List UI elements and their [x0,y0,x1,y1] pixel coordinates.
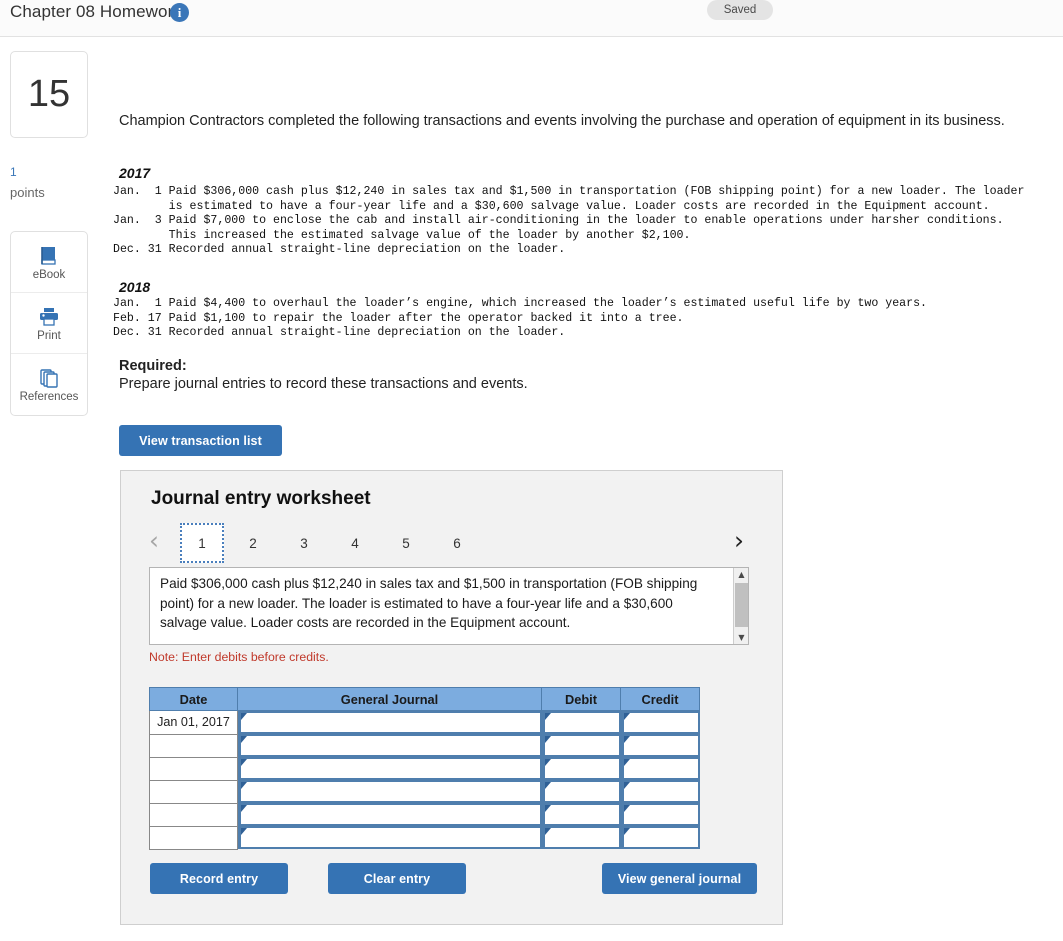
required-text: Prepare journal entries to record these … [119,376,528,392]
scroll-down-icon[interactable]: ▼ [734,631,749,644]
entry-description-box: Paid $306,000 cash plus $12,240 in sales… [149,567,749,645]
tool-group: eBook Print References [10,231,88,416]
date-cell-4[interactable] [149,779,238,804]
debit-input-1[interactable] [541,711,621,734]
table-row [149,779,700,804]
scroll-up-icon[interactable]: ▲ [734,568,749,581]
table-row [149,733,700,758]
clear-entry-button[interactable]: Clear entry [328,863,466,894]
debit-input-5[interactable] [541,803,621,826]
previous-entry-arrow[interactable]: ‹ [149,527,159,555]
worksheet-tab-6[interactable]: 6 [435,523,479,563]
general-journal-input-5[interactable] [238,803,542,826]
question-number: 15 [10,51,88,138]
points-label: points [10,185,45,200]
page-title: Chapter 08 Homework [10,2,182,21]
credit-input-1[interactable] [620,711,700,734]
top-bar: Chapter 08 Homework i Saved [0,0,1063,37]
date-cell-2[interactable] [149,733,238,758]
entry-description-text: Paid $306,000 cash plus $12,240 in sales… [160,576,698,630]
record-entry-button[interactable]: Record entry [150,863,288,894]
debit-input-2[interactable] [541,734,621,757]
view-general-journal-button[interactable]: View general journal [602,863,757,894]
general-journal-input-4[interactable] [238,780,542,803]
table-header-row: Date General Journal Debit Credit [149,687,700,711]
ebook-label: eBook [32,268,66,281]
scrollbar-thumb[interactable] [735,583,748,627]
debits-before-credits-note: Note: Enter debits before credits. [149,650,329,664]
worksheet-tab-4[interactable]: 4 [333,523,377,563]
print-label: Print [37,329,61,342]
view-transaction-list-button[interactable]: View transaction list [119,425,282,456]
year-2018-heading: 2018 [119,279,151,295]
points-value: 1 [10,165,17,179]
journal-entry-table: Date General Journal Debit Credit Jan 01… [149,687,700,850]
general-journal-input-2[interactable] [238,734,542,757]
print-icon [38,305,60,327]
credit-input-4[interactable] [620,780,700,803]
column-header-debit: Debit [541,687,621,711]
worksheet-tab-1[interactable]: 1 [180,523,224,563]
table-row [149,802,700,827]
references-label: References [19,391,79,403]
date-cell-3[interactable] [149,756,238,781]
ebook-button[interactable]: eBook [11,232,87,293]
journal-entry-worksheet-panel: Journal entry worksheet ‹ 1 2 3 4 5 6 › … [120,470,783,925]
debit-input-6[interactable] [541,826,621,849]
required-heading: Required: [119,358,187,374]
status-badge: Saved [707,0,773,20]
year-2017-transactions: Jan. 1 Paid $306,000 cash plus $12,240 i… [113,185,1025,257]
year-2017-heading: 2017 [119,165,151,181]
ebook-icon [38,244,60,266]
credit-input-6[interactable] [620,826,700,849]
worksheet-tab-2[interactable]: 2 [231,523,275,563]
debit-input-3[interactable] [541,757,621,780]
table-row: Jan 01, 2017 [149,710,700,735]
print-button[interactable]: Print [11,293,87,354]
credit-input-2[interactable] [620,734,700,757]
references-button[interactable]: References [11,354,87,415]
year-2018-transactions: Jan. 1 Paid $4,400 to overhaul the loade… [113,297,928,340]
column-header-date: Date [149,687,238,711]
worksheet-tab-3[interactable]: 3 [282,523,326,563]
date-cell-1[interactable]: Jan 01, 2017 [149,710,238,735]
general-journal-input-3[interactable] [238,757,542,780]
debit-input-4[interactable] [541,780,621,803]
table-row [149,825,700,850]
description-scrollbar[interactable]: ▲ ▼ [733,568,748,644]
date-cell-6[interactable] [149,825,238,850]
worksheet-tab-bar: ‹ 1 2 3 4 5 6 › [149,523,757,563]
credit-input-5[interactable] [620,803,700,826]
general-journal-input-6[interactable] [238,826,542,849]
general-journal-input-1[interactable] [238,711,542,734]
column-header-credit: Credit [620,687,700,711]
worksheet-tab-5[interactable]: 5 [384,523,428,563]
worksheet-title: Journal entry worksheet [151,488,371,509]
table-row [149,756,700,781]
references-icon [38,366,60,388]
date-cell-5[interactable] [149,802,238,827]
column-header-general-journal: General Journal [237,687,542,711]
next-entry-arrow[interactable]: › [734,527,744,555]
info-icon[interactable]: i [170,3,189,22]
problem-intro: Champion Contractors completed the follo… [119,113,1005,129]
credit-input-3[interactable] [620,757,700,780]
